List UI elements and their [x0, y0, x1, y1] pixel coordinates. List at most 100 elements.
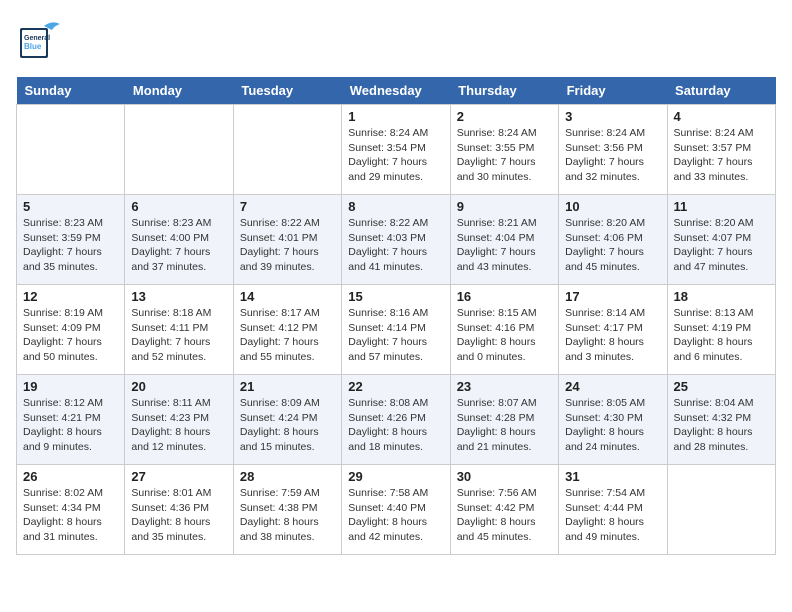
calendar-cell: 29Sunrise: 7:58 AMSunset: 4:40 PMDayligh…: [342, 465, 450, 555]
day-number: 7: [240, 199, 335, 214]
calendar-cell: 4Sunrise: 8:24 AMSunset: 3:57 PMDaylight…: [667, 105, 775, 195]
day-number: 12: [23, 289, 118, 304]
calendar-cell: 22 Sunrise: 8:08 AMSunset: 4:26 PMDayligh…: [342, 375, 450, 465]
day-info: Sunrise: 8:12 AMSunset: 4:21 PMDaylight:…: [23, 396, 118, 455]
weekday-header-sunday: Sunday: [17, 77, 125, 105]
day-info: Sunrise: 8:20 AMSunset: 4:07 PMDaylight:…: [674, 216, 769, 275]
day-number: 22: [348, 379, 443, 394]
logo: General Blue: [16, 16, 64, 69]
day-number: 5: [23, 199, 118, 214]
calendar-cell: [17, 105, 125, 195]
day-info: Sunrise: 8:04 AMSunset: 4:32 PMDaylight:…: [674, 396, 769, 455]
day-info: Sunrise: 7:58 AMSunset: 4:40 PMDaylight:…: [348, 486, 443, 545]
calendar-cell: 3 Sunrise: 8:24 AMSunset: 3:56 PMDaylight…: [559, 105, 667, 195]
weekday-header-tuesday: Tuesday: [233, 77, 341, 105]
weekday-header-saturday: Saturday: [667, 77, 775, 105]
calendar-cell: 12 Sunrise: 8:19 AMSunset: 4:09 PMDayligh…: [17, 285, 125, 375]
page-header: General Blue: [16, 16, 776, 69]
week-row-3: 12 Sunrise: 8:19 AMSunset: 4:09 PMDayligh…: [17, 285, 776, 375]
logo-icon: General Blue: [16, 16, 64, 64]
day-number: 1: [348, 109, 443, 124]
day-info: Sunrise: 8:22 AMSunset: 4:01 PMDaylight:…: [240, 216, 335, 275]
day-info: Sunrise: 7:54 AMSunset: 4:44 PMDaylight:…: [565, 486, 660, 545]
calendar-cell: 28 Sunrise: 7:59 AMSunset: 4:38 PMDayligh…: [233, 465, 341, 555]
day-number: 30: [457, 469, 552, 484]
day-info: Sunrise: 8:13 AMSunset: 4:19 PMDaylight:…: [674, 306, 769, 365]
day-number: 27: [131, 469, 226, 484]
calendar-cell: 16Sunrise: 8:15 AMSunset: 4:16 PMDayligh…: [450, 285, 558, 375]
calendar-cell: 27 Sunrise: 8:01 AMSunset: 4:36 PMDayligh…: [125, 465, 233, 555]
day-number: 26: [23, 469, 118, 484]
calendar-cell: 23 Sunrise: 8:07 AMSunset: 4:28 PMDayligh…: [450, 375, 558, 465]
day-number: 23: [457, 379, 552, 394]
weekday-header-wednesday: Wednesday: [342, 77, 450, 105]
calendar-cell: 26Sunrise: 8:02 AMSunset: 4:34 PMDayligh…: [17, 465, 125, 555]
day-info: Sunrise: 8:07 AMSunset: 4:28 PMDaylight:…: [457, 396, 552, 455]
day-number: 20: [131, 379, 226, 394]
week-row-4: 19 Sunrise: 8:12 AMSunset: 4:21 PMDayligh…: [17, 375, 776, 465]
calendar-cell: 1 Sunrise: 8:24 AMSunset: 3:54 PMDaylight…: [342, 105, 450, 195]
week-row-2: 5 Sunrise: 8:23 AMSunset: 3:59 PMDaylight…: [17, 195, 776, 285]
day-info: Sunrise: 8:23 AMSunset: 3:59 PMDaylight:…: [23, 216, 118, 275]
day-info: Sunrise: 8:05 AMSunset: 4:30 PMDaylight:…: [565, 396, 660, 455]
calendar-cell: 11Sunrise: 8:20 AMSunset: 4:07 PMDayligh…: [667, 195, 775, 285]
calendar-table: SundayMondayTuesdayWednesdayThursdayFrid…: [16, 77, 776, 555]
day-info: Sunrise: 8:14 AMSunset: 4:17 PMDaylight:…: [565, 306, 660, 365]
day-info: Sunrise: 8:20 AMSunset: 4:06 PMDaylight:…: [565, 216, 660, 275]
day-number: 28: [240, 469, 335, 484]
calendar-cell: 19 Sunrise: 8:12 AMSunset: 4:21 PMDayligh…: [17, 375, 125, 465]
day-info: Sunrise: 8:24 AMSunset: 3:54 PMDaylight:…: [348, 126, 443, 185]
day-number: 2: [457, 109, 552, 124]
day-info: Sunrise: 8:19 AMSunset: 4:09 PMDaylight:…: [23, 306, 118, 365]
day-number: 21: [240, 379, 335, 394]
day-info: Sunrise: 8:11 AMSunset: 4:23 PMDaylight:…: [131, 396, 226, 455]
day-number: 15: [348, 289, 443, 304]
day-info: Sunrise: 8:17 AMSunset: 4:12 PMDaylight:…: [240, 306, 335, 365]
calendar-cell: 6Sunrise: 8:23 AMSunset: 4:00 PMDaylight…: [125, 195, 233, 285]
day-number: 18: [674, 289, 769, 304]
calendar-cell: 24 Sunrise: 8:05 AMSunset: 4:30 PMDayligh…: [559, 375, 667, 465]
day-info: Sunrise: 8:16 AMSunset: 4:14 PMDaylight:…: [348, 306, 443, 365]
weekday-header-friday: Friday: [559, 77, 667, 105]
day-info: Sunrise: 8:09 AMSunset: 4:24 PMDaylight:…: [240, 396, 335, 455]
calendar-cell: 20 Sunrise: 8:11 AMSunset: 4:23 PMDayligh…: [125, 375, 233, 465]
day-number: 25: [674, 379, 769, 394]
calendar-cell: [233, 105, 341, 195]
calendar-cell: [125, 105, 233, 195]
calendar-cell: [667, 465, 775, 555]
calendar-cell: 31 Sunrise: 7:54 AMSunset: 4:44 PMDayligh…: [559, 465, 667, 555]
day-number: 24: [565, 379, 660, 394]
calendar-cell: 7 Sunrise: 8:22 AMSunset: 4:01 PMDaylight…: [233, 195, 341, 285]
calendar-cell: 15 Sunrise: 8:16 AMSunset: 4:14 PMDayligh…: [342, 285, 450, 375]
svg-text:Blue: Blue: [24, 42, 42, 51]
day-number: 6: [131, 199, 226, 214]
svg-text:General: General: [24, 35, 50, 42]
calendar-cell: 9Sunrise: 8:21 AMSunset: 4:04 PMDaylight…: [450, 195, 558, 285]
day-info: Sunrise: 8:24 AMSunset: 3:55 PMDaylight:…: [457, 126, 552, 185]
weekday-header-row: SundayMondayTuesdayWednesdayThursdayFrid…: [17, 77, 776, 105]
calendar-cell: 10 Sunrise: 8:20 AMSunset: 4:06 PMDayligh…: [559, 195, 667, 285]
day-info: Sunrise: 8:21 AMSunset: 4:04 PMDaylight:…: [457, 216, 552, 275]
day-number: 31: [565, 469, 660, 484]
day-info: Sunrise: 7:59 AMSunset: 4:38 PMDaylight:…: [240, 486, 335, 545]
day-number: 3: [565, 109, 660, 124]
week-row-1: 1 Sunrise: 8:24 AMSunset: 3:54 PMDaylight…: [17, 105, 776, 195]
day-number: 13: [131, 289, 226, 304]
day-info: Sunrise: 8:24 AMSunset: 3:56 PMDaylight:…: [565, 126, 660, 185]
weekday-header-thursday: Thursday: [450, 77, 558, 105]
day-info: Sunrise: 8:01 AMSunset: 4:36 PMDaylight:…: [131, 486, 226, 545]
calendar-cell: 25 Sunrise: 8:04 AMSunset: 4:32 PMDayligh…: [667, 375, 775, 465]
day-number: 19: [23, 379, 118, 394]
day-info: Sunrise: 7:56 AMSunset: 4:42 PMDaylight:…: [457, 486, 552, 545]
day-info: Sunrise: 8:08 AMSunset: 4:26 PMDaylight:…: [348, 396, 443, 455]
day-number: 8: [348, 199, 443, 214]
calendar-cell: 13Sunrise: 8:18 AMSunset: 4:11 PMDayligh…: [125, 285, 233, 375]
calendar-cell: 17 Sunrise: 8:14 AMSunset: 4:17 PMDayligh…: [559, 285, 667, 375]
day-number: 17: [565, 289, 660, 304]
day-number: 10: [565, 199, 660, 214]
day-number: 16: [457, 289, 552, 304]
calendar-cell: 14Sunrise: 8:17 AMSunset: 4:12 PMDayligh…: [233, 285, 341, 375]
calendar-cell: 2 Sunrise: 8:24 AMSunset: 3:55 PMDaylight…: [450, 105, 558, 195]
calendar-cell: 18 Sunrise: 8:13 AMSunset: 4:19 PMDayligh…: [667, 285, 775, 375]
week-row-5: 26Sunrise: 8:02 AMSunset: 4:34 PMDayligh…: [17, 465, 776, 555]
